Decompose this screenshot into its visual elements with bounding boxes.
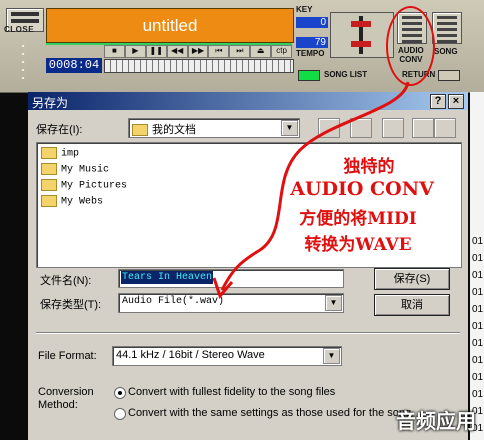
annotation-line-1: 独特的 bbox=[343, 157, 395, 177]
annotation-line-4: 转换为WAVE bbox=[304, 235, 412, 255]
annotation-line-2: AUDIO CONV bbox=[290, 178, 434, 200]
watermark: 音频应用 bbox=[396, 411, 476, 433]
annotation-line-3: 方便的将MIDI bbox=[299, 209, 417, 229]
